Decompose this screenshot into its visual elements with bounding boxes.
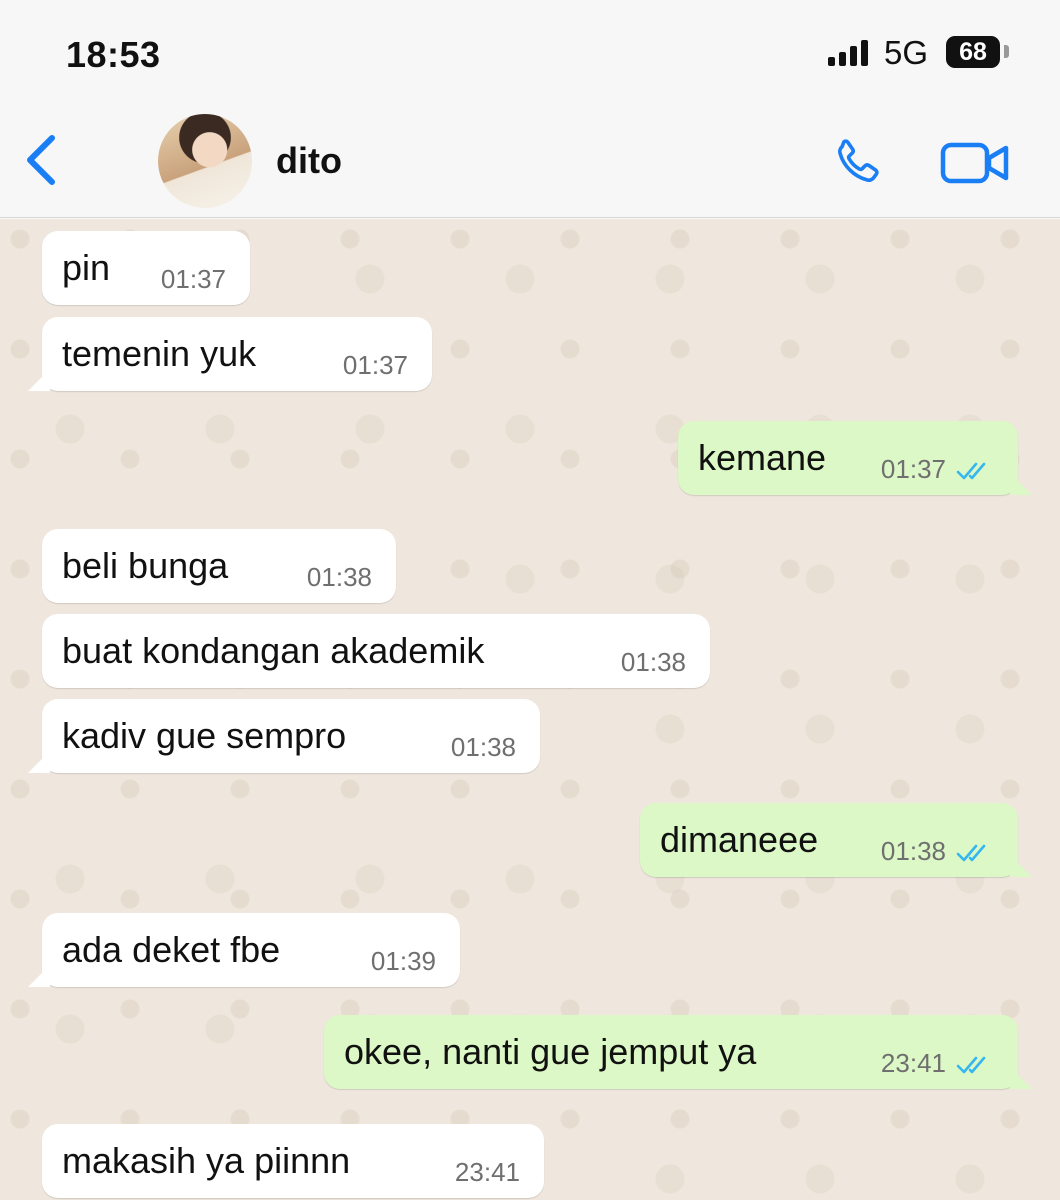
video-camera-icon: [940, 142, 1009, 184]
message-time: 01:39: [370, 946, 436, 976]
phone-icon: [837, 139, 879, 183]
battery-icon: 68: [946, 36, 1000, 68]
message-time: 01:37: [342, 350, 408, 380]
message-bubble-outgoing[interactable]: dimaneee 01:38: [640, 803, 1032, 877]
back-button[interactable]: [22, 132, 62, 188]
message-bubble-incoming[interactable]: temenin yuk 01:37: [28, 317, 432, 391]
message-time: 01:38: [620, 647, 686, 677]
message-bubble-outgoing[interactable]: kemane 01:37: [678, 421, 1032, 495]
contact-avatar[interactable]: [158, 114, 252, 208]
chat-area[interactable]: pin 01:37 temenin yuk 01:37 kemane 01:37…: [0, 219, 1060, 1200]
network-type: 5G: [884, 34, 929, 71]
message-bubble-incoming[interactable]: kadiv gue sempro 01:38: [28, 699, 540, 773]
message-time: 01:38: [880, 836, 946, 866]
contact-name[interactable]: dito: [276, 140, 342, 182]
message-time: 01:37: [160, 264, 226, 294]
message-text: kemane: [698, 437, 827, 478]
read-receipt-icon: [956, 1056, 986, 1074]
message-text: pin: [62, 247, 111, 288]
chevron-left-icon: [27, 135, 55, 185]
message-bubble-incoming[interactable]: beli bunga 01:38: [42, 529, 396, 603]
message-text: beli bunga: [62, 545, 229, 586]
message-bubble-incoming[interactable]: ada deket fbe 01:39: [28, 913, 460, 987]
message-bubble-incoming[interactable]: pin 01:37: [42, 231, 250, 305]
status-bar: 18:53 5G 68: [0, 0, 1060, 108]
message-time: 01:37: [880, 454, 946, 484]
message-bubble-incoming[interactable]: buat kondangan akademik 01:38: [42, 614, 710, 688]
message-text: okee, nanti gue jemput ya: [344, 1031, 757, 1072]
message-bubble-outgoing[interactable]: okee, nanti gue jemput ya 23:41: [324, 1015, 1032, 1089]
message-text: dimaneee: [660, 819, 819, 860]
message-text: temenin yuk: [62, 333, 257, 374]
video-call-button[interactable]: [940, 140, 1010, 186]
message-bubble-incoming[interactable]: makasih ya piinnn 23:41: [42, 1124, 544, 1198]
read-receipt-icon: [956, 462, 986, 480]
message-text: ada deket fbe: [62, 929, 281, 970]
message-time: 01:38: [306, 562, 372, 592]
message-text: buat kondangan akademik: [62, 630, 485, 671]
cellular-signal-icon: [828, 40, 872, 66]
read-receipt-icon: [956, 844, 986, 862]
message-time: 23:41: [454, 1157, 520, 1187]
message-text: makasih ya piinnn: [62, 1140, 351, 1181]
battery-cap: [1004, 45, 1009, 58]
message-time: 23:41: [880, 1048, 946, 1078]
chat-header: dito: [0, 108, 1060, 218]
voice-call-button[interactable]: [828, 134, 886, 192]
message-time: 01:38: [450, 732, 516, 762]
message-text: kadiv gue sempro: [62, 715, 347, 756]
status-time: 18:53: [66, 34, 161, 75]
